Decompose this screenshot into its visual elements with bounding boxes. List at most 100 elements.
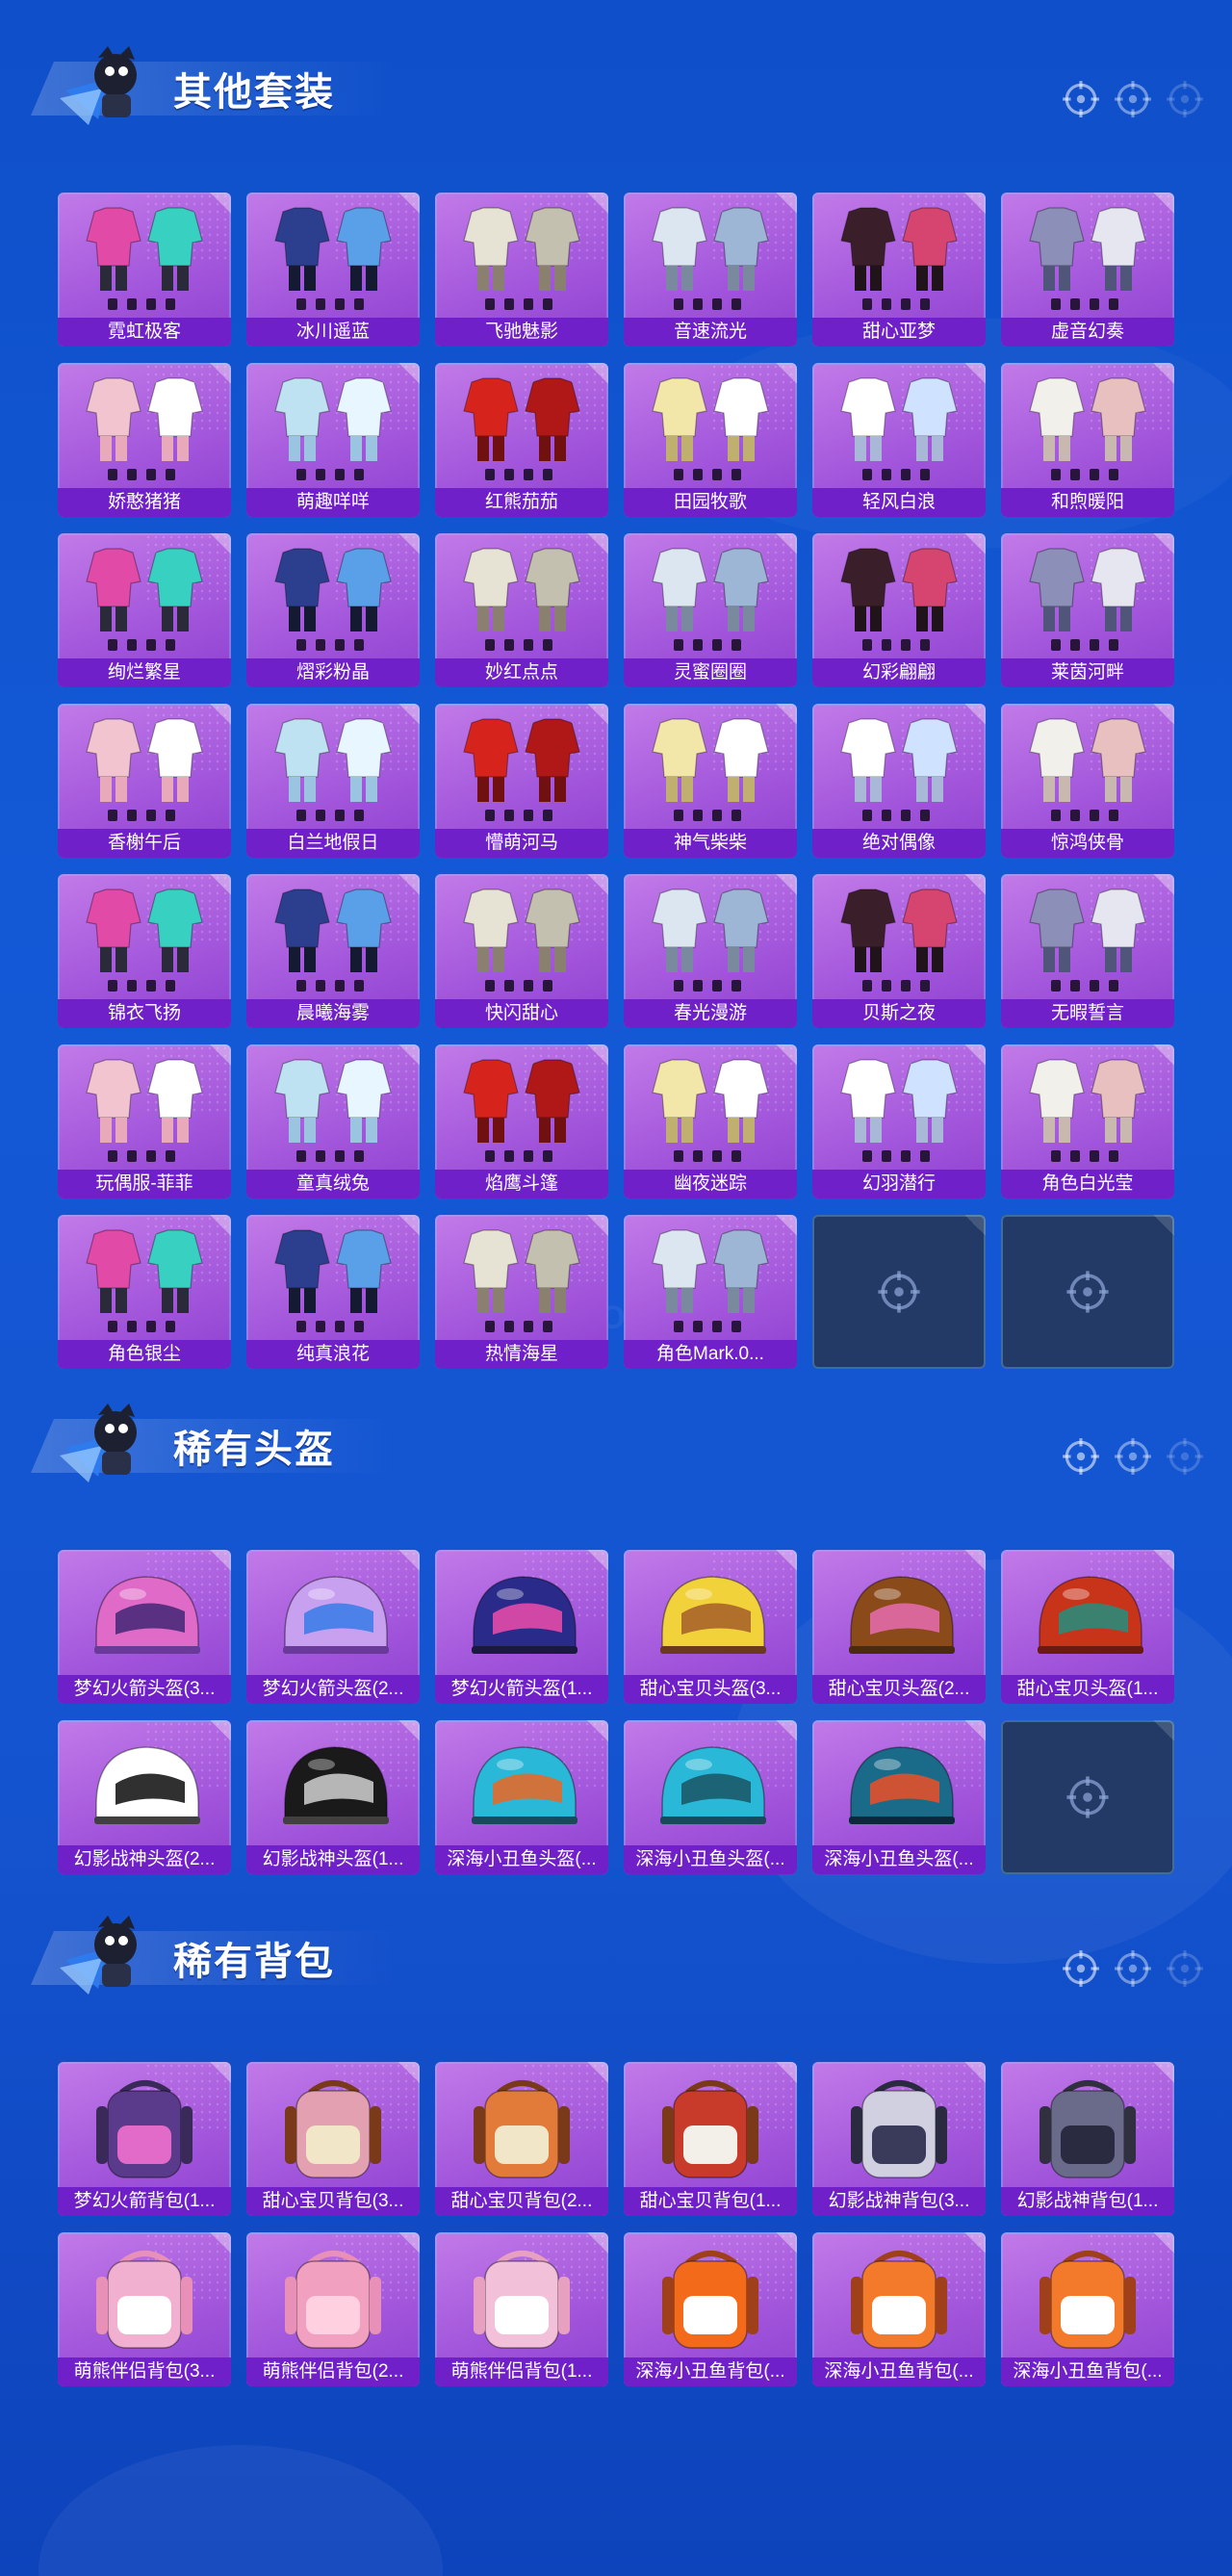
outfit-card[interactable]: 甜心亚梦 <box>812 193 986 347</box>
outfit-icon <box>463 889 580 992</box>
outfit-card[interactable]: 音速流光 <box>624 193 797 347</box>
item-name: 热情海星 <box>435 1340 608 1369</box>
helmet-card[interactable]: 幻影战神头盔(2... <box>58 1720 231 1874</box>
outfit-icon <box>274 548 392 651</box>
outfit-card[interactable]: 灵蜜圈圈 <box>624 533 797 687</box>
outfit-card[interactable]: 娇憨猪猪 <box>58 363 231 517</box>
backpack-card[interactable]: 深海小丑鱼背包(... <box>1001 2232 1174 2386</box>
outfit-card[interactable]: 香榭午后 <box>58 704 231 858</box>
outfit-card[interactable]: 角色银尘 <box>58 1215 231 1369</box>
outfit-icon <box>274 889 392 992</box>
outfit-card[interactable]: 角色白光莹 <box>1001 1044 1174 1198</box>
backpack-card[interactable]: 深海小丑鱼背包(... <box>812 2232 986 2386</box>
helmet-card[interactable]: 梦幻火箭头盔(1... <box>435 1550 608 1704</box>
empty-slot <box>1001 1720 1174 1874</box>
item-name: 冰川遥蓝 <box>246 318 420 347</box>
helmet-card[interactable]: 深海小丑鱼头盔(... <box>435 1720 608 1874</box>
outfit-card[interactable]: 霓虹极客 <box>58 193 231 347</box>
item-name: 神气柴柴 <box>624 829 797 858</box>
item-name: 熠彩粉晶 <box>246 658 420 687</box>
helmet-icon <box>660 1576 766 1654</box>
helmet-card[interactable]: 幻影战神头盔(1... <box>246 1720 420 1874</box>
backpack-card[interactable]: 深海小丑鱼背包(... <box>624 2232 797 2386</box>
item-name: 幻彩翩翩 <box>812 658 986 687</box>
outfit-icon <box>463 718 580 821</box>
section-other-outfits: 其他套装 霓虹极客 冰川遥蓝 飞驰魅影 音速流光 甜心亚梦 虚音幻奏 娇憨猪猪 萌趣咩咩 红熊茄… <box>0 29 1232 1369</box>
outfit-card[interactable]: 白兰地假日 <box>246 704 420 858</box>
item-name: 幻影战神头盔(1... <box>246 1845 420 1874</box>
outfit-card[interactable]: 萌趣咩咩 <box>246 363 420 517</box>
helmet-card[interactable]: 甜心宝贝头盔(1... <box>1001 1550 1174 1704</box>
outfit-card[interactable]: 角色Mark.0... <box>624 1215 797 1369</box>
outfit-card[interactable]: 田园牧歌 <box>624 363 797 517</box>
outfit-card[interactable]: 贝斯之夜 <box>812 874 986 1028</box>
backpack-card[interactable]: 萌熊伴侣背包(1... <box>435 2232 608 2386</box>
outfit-card[interactable]: 幻羽潜行 <box>812 1044 986 1198</box>
outfit-card[interactable]: 懵萌河马 <box>435 704 608 858</box>
outfit-card[interactable]: 虚音幻奏 <box>1001 193 1174 347</box>
outfit-card[interactable]: 绝对偶像 <box>812 704 986 858</box>
outfit-card[interactable]: 锦衣飞扬 <box>58 874 231 1028</box>
backpack-card[interactable]: 甜心宝贝背包(1... <box>624 2062 797 2216</box>
outfit-card[interactable]: 晨曦海雾 <box>246 874 420 1028</box>
outfit-icon <box>652 548 769 651</box>
empty-slot <box>1001 1215 1174 1369</box>
outfit-card[interactable]: 童真绒兔 <box>246 1044 420 1198</box>
outfit-card[interactable]: 纯真浪花 <box>246 1215 420 1369</box>
helmet-card[interactable]: 深海小丑鱼头盔(... <box>624 1720 797 1874</box>
helmet-card[interactable]: 甜心宝贝头盔(3... <box>624 1550 797 1704</box>
backpack-icon <box>474 2251 570 2349</box>
item-name: 深海小丑鱼背包(... <box>624 2357 797 2386</box>
outfit-card[interactable]: 幽夜迷踪 <box>624 1044 797 1198</box>
helmet-card[interactable]: 深海小丑鱼头盔(... <box>812 1720 986 1874</box>
outfit-icon <box>652 377 769 480</box>
helmet-icon <box>94 1576 200 1654</box>
backpack-card[interactable]: 甜心宝贝背包(3... <box>246 2062 420 2216</box>
outfit-card[interactable]: 妙红点点 <box>435 533 608 687</box>
backpack-card[interactable]: 梦幻火箭背包(1... <box>58 2062 231 2216</box>
item-name: 角色银尘 <box>58 1340 231 1369</box>
outfit-card[interactable]: 无暇誓言 <box>1001 874 1174 1028</box>
item-name: 轻风白浪 <box>812 488 986 517</box>
outfit-card[interactable]: 春光漫游 <box>624 874 797 1028</box>
backpack-card[interactable]: 萌熊伴侣背包(2... <box>246 2232 420 2386</box>
backpack-card[interactable]: 甜心宝贝背包(2... <box>435 2062 608 2216</box>
outfit-card[interactable]: 热情海星 <box>435 1215 608 1369</box>
outfit-card[interactable]: 神气柴柴 <box>624 704 797 858</box>
section-title: 稀有背包 <box>173 1941 335 1983</box>
outfit-card[interactable]: 熠彩粉晶 <box>246 533 420 687</box>
item-name: 甜心宝贝头盔(3... <box>624 1675 797 1704</box>
outfit-card[interactable]: 冰川遥蓝 <box>246 193 420 347</box>
outfit-card[interactable]: 绚烂繁星 <box>58 533 231 687</box>
item-name: 红熊茄茄 <box>435 488 608 517</box>
helmet-card[interactable]: 梦幻火箭头盔(2... <box>246 1550 420 1704</box>
backpack-icon <box>474 2080 570 2178</box>
crosshair-icon <box>1165 1436 1205 1481</box>
crosshair-icon <box>876 1269 922 1315</box>
outfit-card[interactable]: 玩偶服-菲菲 <box>58 1044 231 1198</box>
outfit-card[interactable]: 惊鸿侠骨 <box>1001 704 1174 858</box>
helmet-card[interactable]: 梦幻火箭头盔(3... <box>58 1550 231 1704</box>
outfit-icon <box>86 889 203 992</box>
outfit-card[interactable]: 红熊茄茄 <box>435 363 608 517</box>
outfit-icon <box>463 1229 580 1332</box>
item-name: 梦幻火箭头盔(2... <box>246 1675 420 1704</box>
helmet-card[interactable]: 甜心宝贝头盔(2... <box>812 1550 986 1704</box>
item-name: 幻影战神背包(1... <box>1001 2187 1174 2216</box>
outfit-card[interactable]: 轻风白浪 <box>812 363 986 517</box>
mascot-badge-icon <box>60 42 152 125</box>
section-rare-backpacks: 稀有背包 梦幻火箭背包(1... 甜心宝贝背包(3... 甜心宝贝背包(2... 甜心… <box>0 1898 1232 2386</box>
outfit-card[interactable]: 莱茵河畔 <box>1001 533 1174 687</box>
outfit-card[interactable]: 幻彩翩翩 <box>812 533 986 687</box>
backpack-icon <box>285 2251 381 2349</box>
backpack-card[interactable]: 幻影战神背包(3... <box>812 2062 986 2216</box>
backpack-card[interactable]: 萌熊伴侣背包(3... <box>58 2232 231 2386</box>
outfit-card[interactable]: 快闪甜心 <box>435 874 608 1028</box>
outfit-card[interactable]: 焰鹰斗篷 <box>435 1044 608 1198</box>
helmet-icon <box>283 1746 389 1824</box>
outfit-card[interactable]: 飞驰魅影 <box>435 193 608 347</box>
outfit-card[interactable]: 和煦暖阳 <box>1001 363 1174 517</box>
backpack-card[interactable]: 幻影战神背包(1... <box>1001 2062 1174 2216</box>
outfit-icon <box>840 377 958 480</box>
crosshair-icon <box>1065 1774 1111 1820</box>
